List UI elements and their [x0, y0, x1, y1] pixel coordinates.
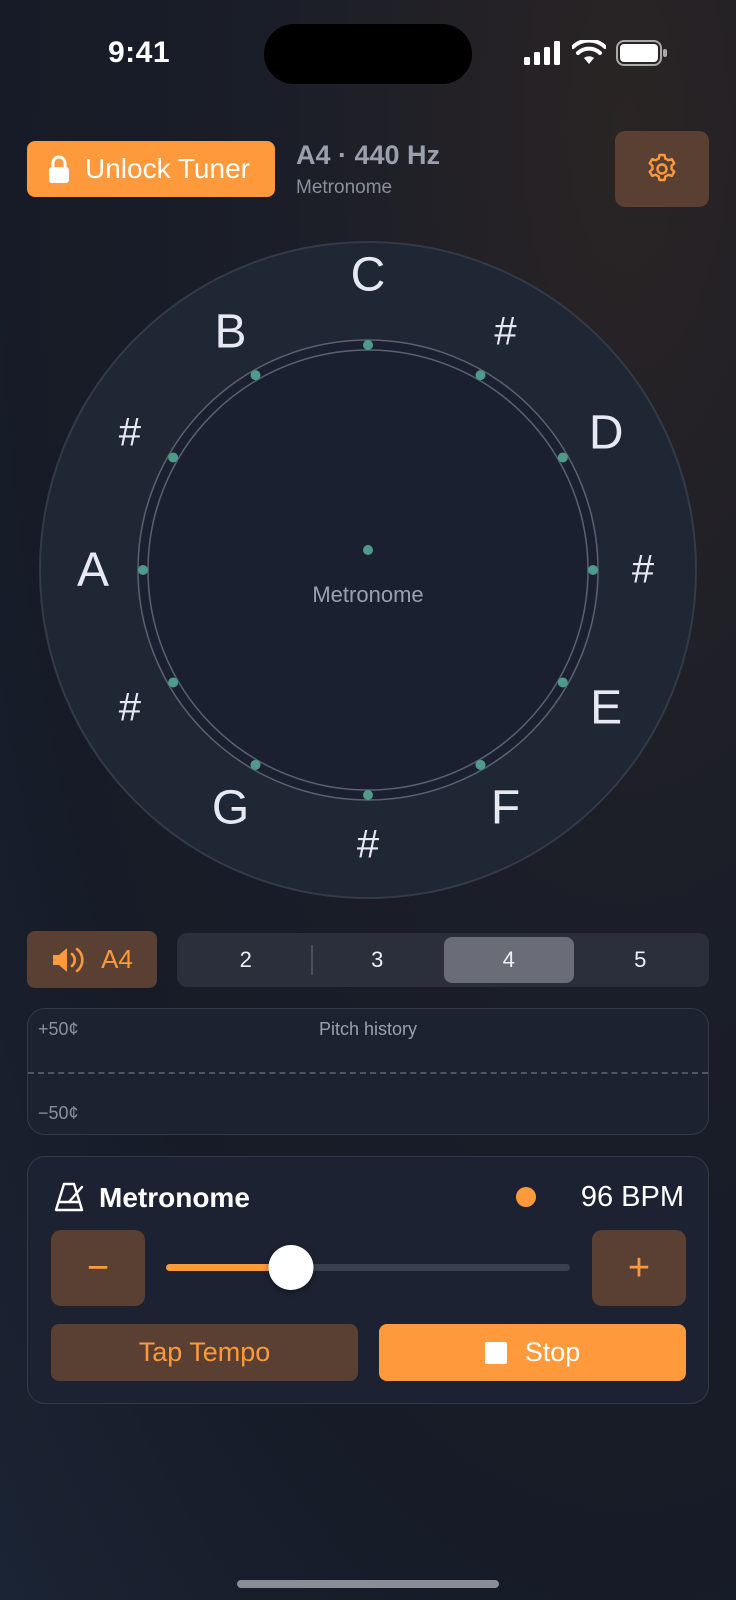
history-top-label: +50¢ — [38, 1019, 79, 1039]
octave-option-3[interactable]: 3 — [313, 937, 443, 983]
stop-button[interactable]: Stop — [379, 1324, 686, 1381]
octave-option-4[interactable]: 4 — [444, 937, 574, 983]
reference-pitch-title: A4 · 440 Hz — [296, 140, 441, 170]
history-bottom-label: −50¢ — [38, 1103, 79, 1123]
reference-tone-button[interactable]: A4 — [27, 931, 157, 988]
bpm-slider[interactable] — [166, 1245, 570, 1290]
note-label-c: C — [350, 248, 386, 302]
note-label-d: D — [588, 406, 624, 459]
octave-option-5[interactable]: 5 — [576, 937, 706, 983]
dial-tick — [168, 452, 179, 463]
stop-icon — [484, 1341, 507, 1364]
dial-tick — [557, 452, 568, 463]
dial-tick — [475, 759, 486, 770]
history-center-line — [28, 1072, 708, 1074]
gear-icon — [648, 153, 676, 182]
note-label-g: G — [211, 781, 250, 835]
dial-tick — [588, 565, 598, 575]
unlock-tuner-label: Unlock Tuner — [85, 153, 250, 184]
reference-tone-label: A4 — [101, 944, 133, 974]
signal-icon — [524, 41, 560, 65]
dial-tick — [363, 790, 373, 800]
tap-tempo-label: Tap Tempo — [138, 1337, 271, 1367]
bpm-slider-thumb[interactable] — [268, 1245, 314, 1290]
dynamic-island — [264, 24, 472, 84]
tap-tempo-button[interactable]: Tap Tempo — [51, 1324, 358, 1381]
settings-button[interactable] — [615, 131, 709, 207]
mode-subtitle: Metronome — [296, 177, 393, 198]
dial-tick — [138, 565, 148, 575]
dial-tick — [557, 677, 568, 688]
sharp-note-label: # — [118, 685, 141, 729]
battery-icon — [616, 40, 667, 66]
dial-tick — [363, 340, 373, 350]
sharp-note-label: # — [356, 822, 380, 867]
metronome-card: Metronome 96 BPM − + Tap Tempo Stop — [27, 1156, 709, 1404]
history-title: Pitch history — [318, 1019, 418, 1039]
status-icons — [524, 40, 668, 66]
metronome-title: Metronome — [99, 1182, 250, 1213]
octave-option-2[interactable]: 2 — [181, 937, 311, 983]
unlock-tuner-button[interactable]: Unlock Tuner — [27, 141, 275, 197]
pitch-history-panel: +50¢ Pitch history −50¢ — [27, 1008, 709, 1135]
bpm-readout: 96 BPM — [580, 1181, 684, 1213]
center-dot — [363, 545, 373, 555]
stop-label: Stop — [524, 1337, 581, 1367]
dial-tick — [250, 759, 261, 770]
octave-selector: 2 3 4 5 — [177, 933, 709, 987]
dial-tick — [168, 677, 179, 688]
dial-center-label: Metronome — [312, 582, 424, 607]
metronome-icon — [54, 1182, 84, 1212]
dial-tick — [475, 370, 486, 381]
sharp-note-label: # — [631, 547, 655, 592]
dial-graphic — [39, 241, 697, 899]
note-label-f: F — [490, 781, 521, 835]
lock-icon — [49, 155, 69, 183]
note-label-b: B — [214, 305, 247, 359]
status-time: 9:41 — [108, 36, 171, 69]
increase-bpm-button[interactable]: + — [592, 1230, 686, 1306]
note-label-e: E — [590, 681, 623, 734]
decrease-bpm-button[interactable]: − — [51, 1230, 145, 1306]
home-indicator[interactable] — [237, 1580, 499, 1588]
speaker-icon — [53, 947, 84, 972]
sharp-note-label: # — [494, 309, 517, 354]
note-label-a: A — [76, 543, 110, 597]
wifi-icon — [572, 40, 606, 64]
plus-icon: + — [627, 1246, 651, 1289]
dial-tick — [250, 370, 261, 381]
beat-indicator — [516, 1187, 536, 1207]
note-dial: C # D # E F # G # A # B Metronome — [38, 240, 698, 900]
sharp-note-label: # — [118, 410, 141, 454]
minus-icon: − — [86, 1246, 110, 1289]
